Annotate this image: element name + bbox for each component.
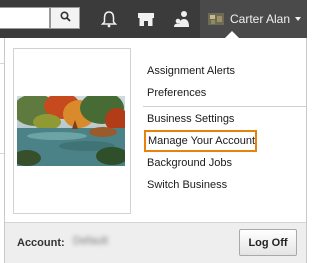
user-name: Carter Alan (230, 12, 291, 26)
people-icon[interactable] (172, 9, 192, 29)
top-navigation-bar: Carter Alan (0, 0, 307, 38)
menu-item-preferences[interactable]: Preferences (143, 82, 306, 104)
menu-item-business-settings[interactable]: Business Settings (143, 108, 306, 130)
store-icon[interactable] (136, 9, 156, 29)
menu-item-switch-business[interactable]: Switch Business (143, 174, 306, 196)
dropdown-footer: Account: Default Log Off (5, 222, 306, 263)
business-photo-frame (13, 48, 131, 214)
search-input[interactable] (0, 7, 50, 29)
search-button[interactable] (50, 7, 80, 29)
menu-item-background-jobs[interactable]: Background Jobs (143, 152, 306, 174)
menu-item-manage-your-account[interactable]: Manage Your Account (144, 130, 257, 152)
account-label: Account: (17, 237, 65, 249)
business-photo (17, 96, 125, 166)
account-dropdown-panel: Assignment Alerts Preferences Business S… (4, 38, 307, 263)
search-icon (59, 11, 71, 25)
chevron-down-icon (295, 17, 302, 21)
bell-icon[interactable] (99, 9, 119, 29)
account-value: Default (73, 235, 108, 247)
menu-item-assignment-alerts[interactable]: Assignment Alerts (143, 60, 306, 82)
user-menu-toggle[interactable]: Carter Alan (200, 0, 307, 38)
account-menu: Assignment Alerts Preferences Business S… (143, 60, 306, 196)
business-avatar-icon (208, 13, 224, 25)
log-off-button[interactable]: Log Off (239, 229, 297, 256)
menu-divider (143, 106, 306, 107)
